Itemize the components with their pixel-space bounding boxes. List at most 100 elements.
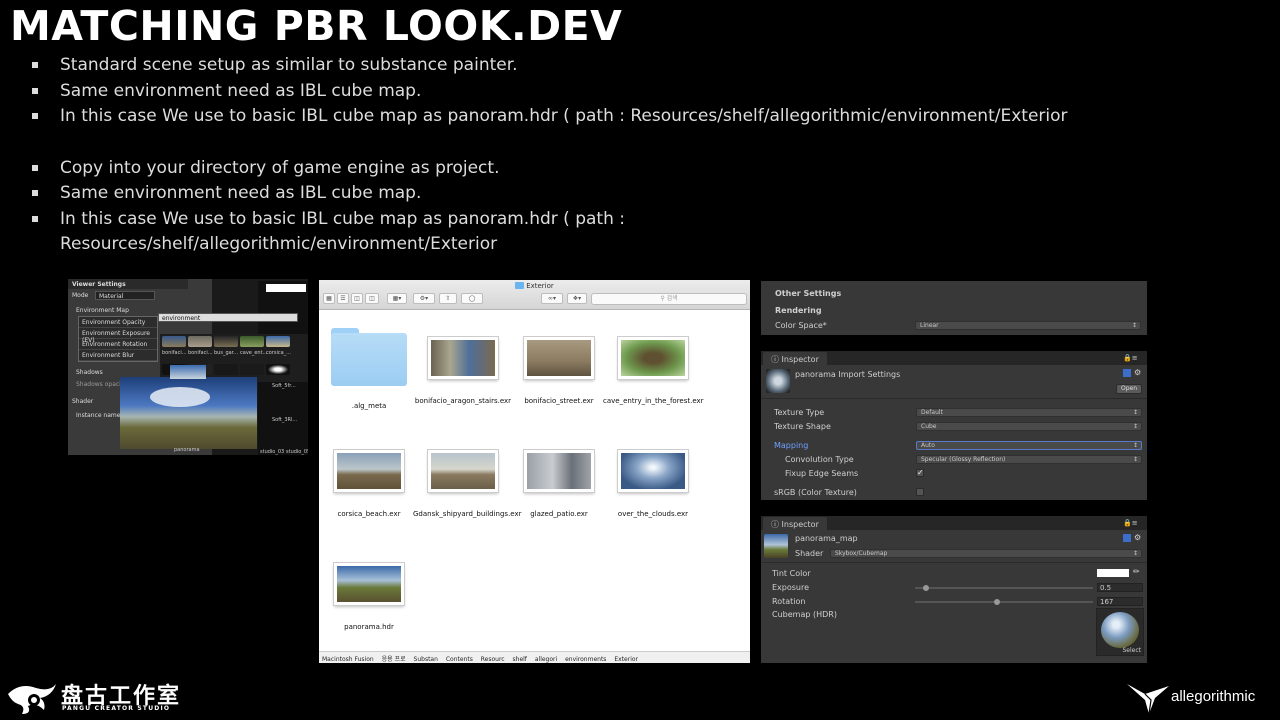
share-icon[interactable]: ⇧ <box>439 293 457 304</box>
help-icon[interactable] <box>1123 369 1131 377</box>
dropdown-item[interactable]: Environment Rotation <box>79 339 157 350</box>
convolution-type-dropdown[interactable]: Specular (Glossy Reflection) <box>916 455 1142 464</box>
environment-search-input[interactable]: environment <box>158 313 298 322</box>
list-view-button[interactable]: ☰ <box>337 293 349 304</box>
finder-item-name: .alg_meta <box>351 402 387 410</box>
column-view-button[interactable]: ◫ <box>351 293 363 304</box>
tab-inspector[interactable]: ⓘ Inspector <box>763 352 827 365</box>
texture-asset-icon <box>766 369 790 393</box>
lock-icon[interactable]: 🔒≡ <box>1123 354 1138 362</box>
asset-title: panorama Import Settings <box>795 370 901 379</box>
lock-icon[interactable]: 🔒≡ <box>1123 519 1138 527</box>
env-thumbnail[interactable] <box>266 336 290 347</box>
finder-title: Exterior <box>319 282 750 290</box>
finder-item-name: over_the_clouds.exr <box>617 510 689 518</box>
exposure-value-field[interactable]: 0.5 <box>1097 583 1143 592</box>
finder-path-bar: Macintosh Fusion 응용 프로 Substan Contents … <box>319 651 750 663</box>
path-segment[interactable]: Macintosh Fusion <box>322 656 374 663</box>
open-button[interactable]: Open <box>1116 384 1143 394</box>
env-thumbnail[interactable] <box>240 336 264 347</box>
path-segment[interactable]: allegori <box>535 656 557 663</box>
rotation-value-field[interactable]: 167 <box>1097 597 1143 606</box>
instance-name-label: Instance name <box>76 412 121 419</box>
texture-type-dropdown[interactable]: Default <box>916 408 1142 417</box>
convolution-type-label: Convolution Type <box>785 455 854 464</box>
finder-item-file[interactable]: bonifacio_street.exr <box>509 337 609 406</box>
tint-color-label: Tint Color <box>772 569 811 578</box>
shader-dropdown[interactable]: Skybox/Cubemap <box>830 549 1142 558</box>
bullet-text: Same environment need as IBL cube map. <box>60 183 422 203</box>
path-segment[interactable]: 응용 프로 <box>382 656 406 663</box>
path-segment[interactable]: Resourc <box>481 656 505 663</box>
path-segment[interactable]: Exterior <box>614 656 638 663</box>
gallery-view-button[interactable]: ◫ <box>365 293 379 304</box>
dropbox-icon[interactable]: ❖▾ <box>567 293 587 304</box>
shadows-label: Shadows <box>76 369 103 376</box>
finder-item-file[interactable]: corsica_beach.exr <box>319 450 419 519</box>
bullet-item: Same environment need as IBL cube map. <box>30 181 1260 207</box>
path-segment[interactable]: shelf <box>513 656 527 663</box>
env-thumbnail[interactable] <box>188 336 212 347</box>
eyedropper-icon[interactable]: ✏ <box>1133 567 1140 576</box>
bullet-item: In this case We use to basic IBL cube ma… <box>30 207 1260 258</box>
image-thumbnail <box>428 337 498 379</box>
color-space-dropdown[interactable]: Linear <box>915 321 1141 330</box>
link-icon[interactable]: ∞▾ <box>541 293 563 304</box>
dropdown-item[interactable]: Environment Blur <box>79 350 157 361</box>
env-thumbnail[interactable] <box>214 364 238 375</box>
fixup-edge-seams-label: Fixup Edge Seams <box>785 469 859 478</box>
dropdown-item[interactable]: Environment Exposure (EV) <box>79 328 157 344</box>
shader-label: Shader <box>795 549 824 558</box>
finder-item-file[interactable]: bonifacio_aragon_stairs.exr <box>413 337 513 406</box>
finder-item-file[interactable]: over_the_clouds.exr <box>603 450 703 519</box>
tab-inspector[interactable]: ⓘ Inspector <box>763 517 827 530</box>
group-button[interactable]: ▦▾ <box>387 293 407 304</box>
path-segment[interactable]: Contents <box>446 656 473 663</box>
exposure-slider-handle[interactable] <box>922 585 929 591</box>
env-thumbnail[interactable] <box>266 364 290 375</box>
rotation-slider[interactable] <box>915 601 1093 603</box>
exposure-label: Exposure <box>772 583 810 592</box>
gear-icon[interactable]: ⚙ <box>1134 368 1141 377</box>
finder-item-folder[interactable]: .alg_meta <box>319 328 419 411</box>
help-icon[interactable] <box>1123 534 1131 542</box>
import-inspector-panel: ⓘ Inspector 🔒≡ panorama Import Settings … <box>761 351 1147 500</box>
finder-item-file[interactable]: glazed_patio.exr <box>509 450 609 519</box>
select-button[interactable]: Select <box>1122 647 1141 654</box>
srgb-label: sRGB (Color Texture) <box>774 488 857 497</box>
finder-item-file[interactable]: panorama.hdr <box>319 563 419 632</box>
gear-icon[interactable]: ⚙ <box>1134 533 1141 542</box>
rotation-slider-handle[interactable] <box>993 599 1000 605</box>
bullet-text-continuation: Resources/shelf/allegorithmic/environmen… <box>60 233 498 254</box>
finder-toolbar: Exterior ▦ ☰ ◫ ◫ ▦▾ ⚙▾ ⇧ ◯ ∞▾ ❖▾ ⚲ 검색 <box>319 280 750 310</box>
env-thumbnail[interactable] <box>162 336 186 347</box>
fixup-edge-seams-checkbox[interactable]: ✓ <box>916 469 924 477</box>
finder-item-file[interactable]: Gdansk_shipyard_buildings.exr <box>413 450 522 519</box>
env-thumbnail-label: cave_ent... <box>240 350 268 356</box>
texture-shape-dropdown[interactable]: Cube <box>916 422 1142 431</box>
cubemap-slot[interactable]: Select <box>1096 608 1144 656</box>
mapping-dropdown[interactable]: Auto <box>916 441 1142 450</box>
exposure-slider[interactable] <box>915 587 1093 589</box>
search-placeholder: 검색 <box>666 295 678 302</box>
finder-search-input[interactable]: ⚲ 검색 <box>591 293 747 305</box>
cubemap-label: Cubemap (HDR) <box>772 610 837 619</box>
env-side-label: Soft_5fr... <box>272 383 296 389</box>
icon-view-button[interactable]: ▦ <box>323 293 335 304</box>
dropdown-item[interactable]: Environment Opacity <box>79 317 157 328</box>
tint-color-swatch[interactable] <box>1097 569 1129 577</box>
gear-icon[interactable]: ⚙▾ <box>413 293 435 304</box>
tag-icon[interactable]: ◯ <box>461 293 483 304</box>
path-segment[interactable]: environments <box>565 656 606 663</box>
viewer-settings-header: Viewer Settings <box>68 279 188 289</box>
mode-select[interactable]: Material <box>95 291 155 300</box>
bullet-spacer <box>30 130 1260 156</box>
finder-item-file[interactable]: cave_entry_in_the_forest.exr <box>603 337 704 406</box>
bullet-square-icon <box>32 62 38 68</box>
viewer-white-field[interactable] <box>266 284 306 292</box>
path-segment[interactable]: Substan <box>414 656 438 663</box>
srgb-checkbox[interactable] <box>916 488 924 496</box>
env-thumbnail[interactable] <box>214 336 238 347</box>
env-thumbnail[interactable] <box>240 364 264 375</box>
material-name: panorama_map <box>795 534 858 543</box>
